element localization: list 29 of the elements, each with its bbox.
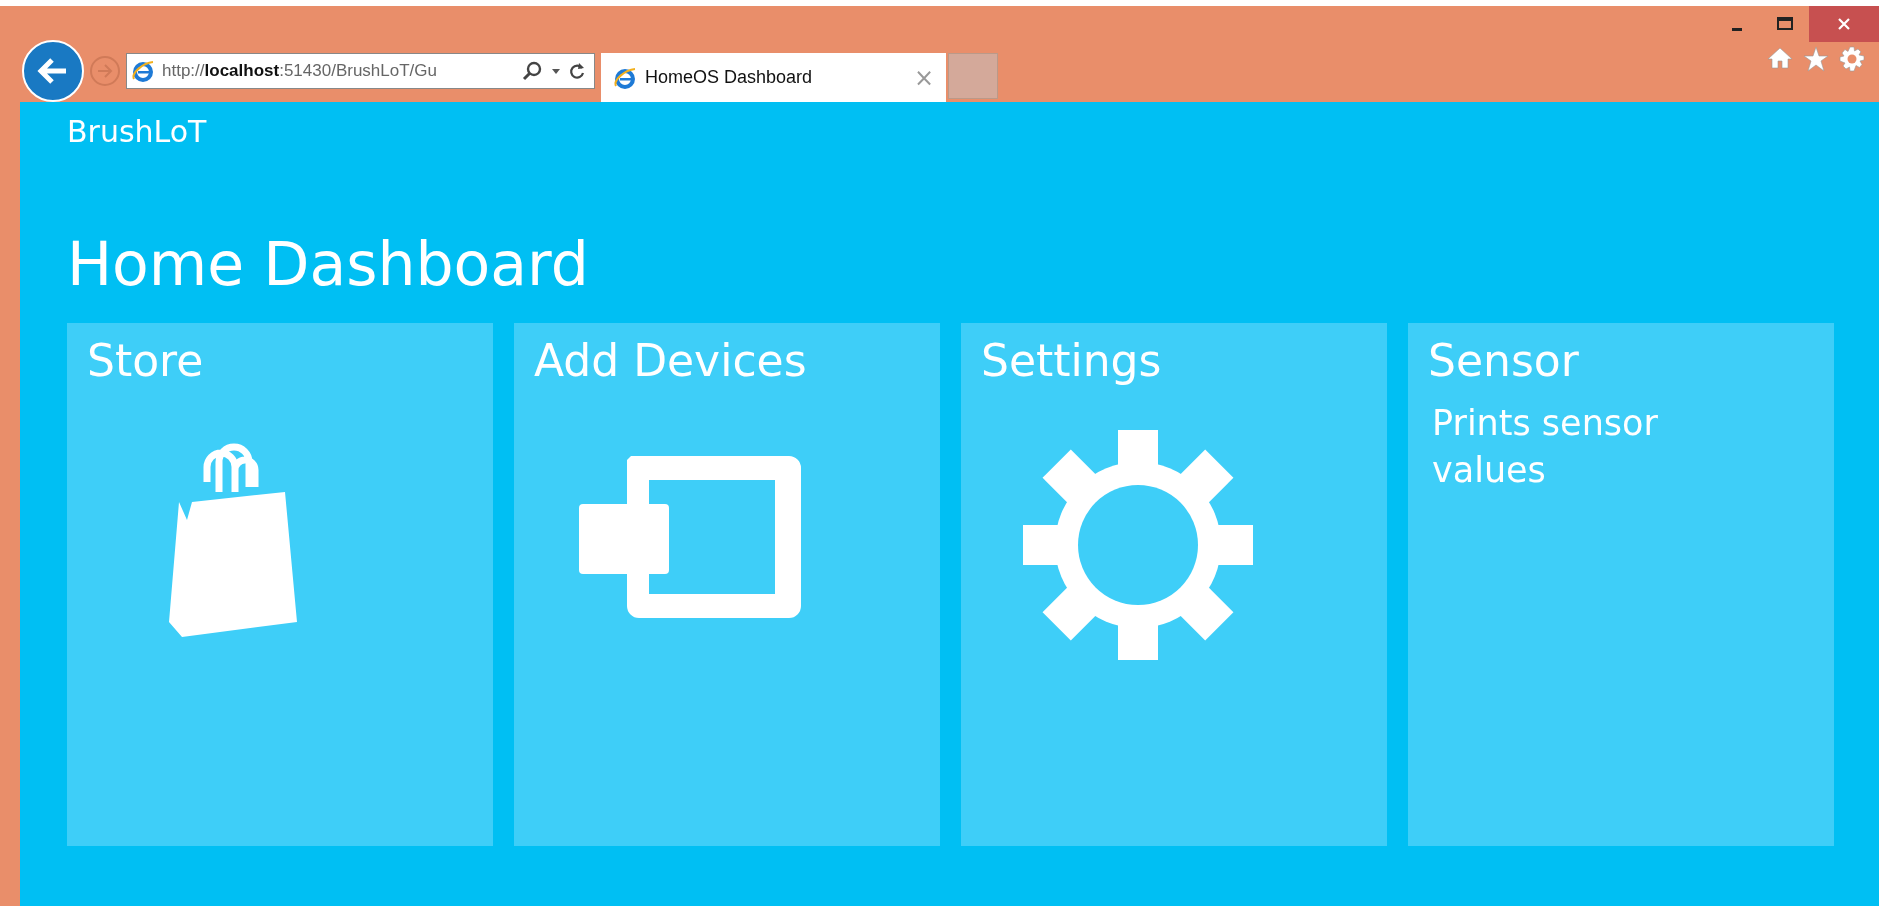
dropdown-caret-icon[interactable] [551, 67, 561, 75]
dashboard-tile[interactable]: Store [67, 323, 493, 846]
forward-arrow-icon [96, 63, 114, 79]
address-text: http://localhost:51430/BrushLoT/Gu [162, 61, 438, 81]
dashboard-tile[interactable]: Settings [961, 323, 1387, 846]
site-brand[interactable]: BrushLoT [67, 114, 207, 149]
page-heading: Home Dashboard [67, 231, 590, 297]
browser-logo-icon [613, 65, 637, 90]
settings-icon[interactable] [1839, 46, 1865, 72]
gear-icon [1023, 429, 1253, 660]
close-icon [1837, 17, 1851, 31]
minimize-icon [1732, 27, 1742, 31]
tile-title: Settings [981, 335, 1163, 388]
dashboard-tile[interactable]: Add Devices [514, 323, 940, 846]
tile-title: Store [87, 335, 205, 388]
tile-title: Sensor [1428, 335, 1580, 388]
dashboard-tile[interactable]: Sensor Prints sensor values [1408, 323, 1834, 846]
address-bar[interactable]: http://localhost:51430/BrushLoT/Gu [126, 53, 595, 89]
home-icon[interactable] [1767, 46, 1793, 70]
maximize-icon [1776, 17, 1794, 31]
tab-close-button[interactable]: × [913, 63, 934, 92]
star-icon[interactable] [1803, 46, 1829, 72]
browser-tab[interactable]: HomeOS Dashboard × [601, 53, 946, 102]
close-button[interactable] [1809, 6, 1879, 42]
tile-title: Add Devices [534, 335, 808, 388]
browser-logo-icon [131, 59, 155, 83]
tile-description: Prints sensor values [1431, 401, 1659, 493]
refresh-icon[interactable] [568, 61, 586, 81]
search-icon[interactable] [522, 60, 544, 82]
